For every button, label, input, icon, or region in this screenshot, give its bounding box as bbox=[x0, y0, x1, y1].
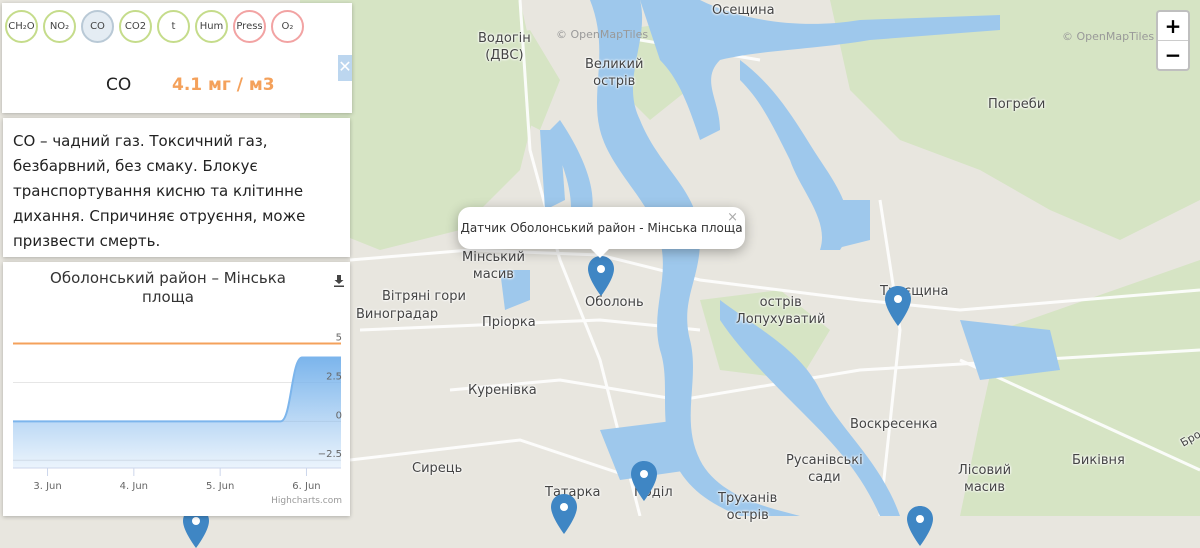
map-place-label: Погреби bbox=[988, 97, 1046, 112]
y-tick-label: 5 bbox=[336, 333, 342, 344]
gas-button[interactable]: t bbox=[157, 10, 190, 43]
y-tick-label: 2.5 bbox=[326, 371, 342, 382]
chart-title: Оболонський район – Мінська площа bbox=[50, 269, 286, 306]
highcharts-credit[interactable]: Highcharts.com bbox=[271, 496, 342, 506]
map-place-label: Русанівські сади bbox=[786, 453, 863, 485]
map-place-label: Сирець bbox=[412, 461, 463, 476]
map-place-label: Пріорка bbox=[482, 315, 536, 330]
gas-selector-panel: CH₂O NO₂ CO CO2 t Hum Press O₂ CO 4.1 мг / м3 ✕ bbox=[2, 3, 352, 113]
gas-button[interactable]: NO₂ bbox=[43, 10, 76, 43]
map-place-label: Великий острів bbox=[585, 57, 644, 89]
x-tick-label: 3. Jun bbox=[33, 481, 61, 492]
gas-button-row: CH₂O NO₂ CO CO2 t Hum Press O₂ bbox=[5, 10, 304, 43]
map-place-label: Водогін (ДВС) bbox=[478, 31, 531, 63]
map-place-label: Лісовий масив bbox=[958, 463, 1012, 495]
popup-close-button[interactable]: × bbox=[727, 210, 738, 225]
close-panel-button[interactable]: ✕ bbox=[338, 55, 352, 81]
sensor-popup: Датчик Оболонський район - Мінська площа… bbox=[458, 207, 745, 258]
map-place-label: Виноградар bbox=[356, 307, 439, 322]
map-place-label: Мінський масив bbox=[462, 250, 525, 282]
map-place-label: Куренівка bbox=[468, 383, 537, 398]
y-tick-label: −2.5 bbox=[318, 449, 342, 460]
zoom-control: + − bbox=[1156, 10, 1190, 71]
x-tick-label: 5. Jun bbox=[206, 481, 234, 492]
x-tick-label: 6. Jun bbox=[292, 481, 320, 492]
map-place-label: Осещина bbox=[712, 3, 775, 18]
sensor-marker-icon[interactable] bbox=[630, 461, 658, 501]
zoom-in-button[interactable]: + bbox=[1158, 12, 1188, 40]
zoom-out-button[interactable]: − bbox=[1158, 40, 1188, 69]
map-place-label: Труханів острів bbox=[718, 491, 778, 523]
map-place-label: Оболонь bbox=[585, 295, 644, 310]
sensor-marker-icon[interactable] bbox=[906, 506, 934, 546]
x-tick-label: 4. Jun bbox=[120, 481, 148, 492]
gas-button[interactable]: O₂ bbox=[271, 10, 304, 43]
reading-gas-name: CO bbox=[106, 75, 132, 95]
gas-button[interactable]: CO2 bbox=[119, 10, 152, 43]
sensor-marker-icon[interactable] bbox=[587, 256, 615, 296]
map-place-label: Воскресенка bbox=[850, 417, 938, 432]
map-attribution[interactable]: © OpenMapTiles bbox=[556, 28, 648, 41]
current-reading: CO 4.1 мг / м3 bbox=[2, 67, 352, 107]
gas-button[interactable]: CO bbox=[81, 10, 114, 43]
reading-value: 4.1 мг / м3 bbox=[172, 75, 275, 95]
popup-tip bbox=[590, 248, 610, 258]
gas-button[interactable]: CH₂O bbox=[5, 10, 38, 43]
popup-text: Датчик Оболонський район - Мінська площа bbox=[460, 221, 743, 235]
sensor-marker-icon[interactable] bbox=[550, 494, 578, 534]
map-place-label: острів Лопухуватий bbox=[736, 295, 826, 327]
gas-description: CO – чадний газ. Токсичний газ, безбарвн… bbox=[13, 132, 306, 250]
y-tick-label: 0 bbox=[336, 410, 342, 421]
chart-area bbox=[13, 357, 341, 468]
sensor-marker-icon[interactable] bbox=[884, 286, 912, 326]
download-icon[interactable] bbox=[334, 275, 344, 287]
map-attribution[interactable]: © OpenMapTiles bbox=[1062, 30, 1154, 43]
map-place-label: Биківня bbox=[1072, 453, 1125, 468]
map-place-label: Вітряні гори bbox=[382, 289, 466, 304]
gas-button[interactable]: Press bbox=[233, 10, 266, 43]
chart-panel: 3. Jun 4. Jun 5. Jun 6. Jun 5 2.5 0 −2.5 Оболон… bbox=[3, 262, 350, 516]
gas-button[interactable]: Hum bbox=[195, 10, 228, 43]
gas-description-panel: CO – чадний газ. Токсичний газ, безбарвн… bbox=[3, 118, 350, 257]
